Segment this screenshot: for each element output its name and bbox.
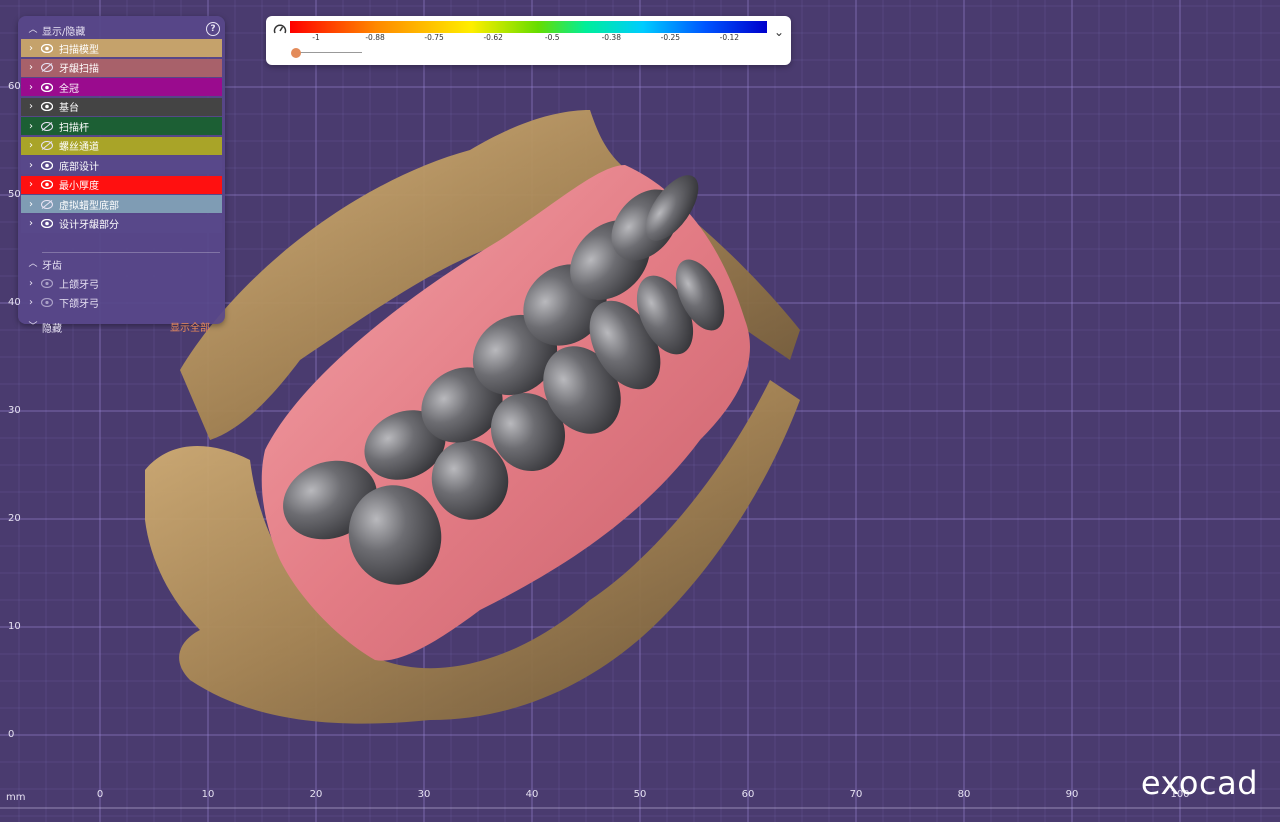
chevron-right-icon[interactable]: › (24, 278, 38, 289)
layer-row[interactable]: › 螺丝通道 (21, 136, 222, 155)
color-scale-bar (290, 21, 767, 33)
eye-icon[interactable] (40, 217, 54, 231)
layer-row[interactable]: › 扫描模型 (21, 39, 222, 57)
scene-panel: ︿ 显示/隐藏 ? › 扫描模型 › 牙龈扫描 › 全冠 › 基台 › 扫描杆 › 螺丝通道 › 底部设计… (18, 16, 225, 335)
chevron-right-icon[interactable]: › (24, 62, 38, 73)
eye-icon[interactable] (40, 277, 54, 291)
layer-label: 基台 (59, 103, 79, 114)
y-axis-tick: 40 (8, 297, 21, 308)
layer-row[interactable]: › 最小厚度 (21, 175, 222, 194)
legend-tick-label: -0.25 (660, 33, 681, 42)
legend-tick-label: -0.38 (601, 33, 621, 42)
layer-list: › 扫描模型 › 牙龈扫描 › 全冠 › 基台 › 扫描杆 › 螺丝通道 › 底部设计 › 最小厚度 › 虚拟蜡型… (21, 39, 222, 234)
eye-icon[interactable] (40, 100, 54, 114)
eye-icon[interactable] (40, 80, 54, 94)
chevron-down-icon[interactable]: ﹀ (26, 320, 40, 334)
layer-row[interactable]: › 底部设计 (21, 156, 222, 174)
exocad-logo: exocad (1140, 764, 1258, 802)
layer-label: 最小厚度 (59, 181, 99, 192)
help-circle-icon[interactable]: ? (206, 22, 220, 36)
eye-off-icon[interactable] (40, 61, 54, 75)
y-axis-tick: 20 (8, 513, 21, 524)
layer-label: 虚拟蜡型底部 (59, 200, 119, 212)
teeth-item[interactable]: › 下颌牙弓 (21, 293, 222, 312)
threshold-slider-track[interactable] (296, 52, 362, 53)
teeth-section-header[interactable]: ︿ 牙齿 (18, 255, 225, 273)
show-all-button[interactable]: 显示全部 (170, 319, 210, 334)
layer-row[interactable]: › 牙龈扫描 (21, 58, 222, 77)
x-axis-tick: 60 (741, 789, 755, 800)
y-axis-tick: 60 (8, 81, 21, 92)
x-axis-tick: 0 (96, 789, 104, 800)
legend-tick-label: -0.88 (365, 33, 385, 42)
layer-row[interactable]: › 扫描杆 (21, 117, 222, 135)
hidden-section-header[interactable]: ﹀ 隐藏 显示全部 (18, 318, 225, 336)
teeth-item-label: 下颌牙弓 (59, 299, 99, 310)
teeth-section-title: 牙齿 (42, 260, 62, 272)
layer-row[interactable]: › 设计牙龈部分 (21, 214, 222, 233)
x-axis-tick: 40 (525, 789, 539, 800)
chevron-right-icon[interactable]: › (24, 82, 38, 93)
layer-label: 牙龈扫描 (59, 64, 99, 75)
y-axis-tick: 10 (8, 621, 21, 632)
layer-row[interactable]: › 虚拟蜡型底部 (21, 195, 222, 213)
layer-row[interactable]: › 全冠 (21, 78, 222, 96)
legend-tick-label: -0.62 (483, 33, 503, 42)
eye-icon[interactable] (40, 41, 54, 55)
x-axis-tick: 30 (417, 789, 431, 800)
chevron-right-icon[interactable]: › (24, 297, 38, 308)
teeth-list: › 上颌牙弓 › 下颌牙弓 (21, 274, 222, 312)
layer-label: 扫描杆 (59, 122, 89, 134)
chevron-right-icon[interactable]: › (24, 199, 38, 210)
chevron-right-icon[interactable]: › (24, 218, 38, 229)
teeth-item-label: 上颌牙弓 (59, 280, 99, 291)
panel-title: 显示/隐藏 (42, 26, 86, 38)
eye-off-icon[interactable] (40, 119, 54, 133)
chevron-right-icon[interactable]: › (24, 43, 38, 54)
legend-tick-label: -0.5 (544, 33, 560, 42)
chevron-right-icon[interactable]: › (24, 101, 38, 112)
chevron-down-icon[interactable]: ⌄ (774, 25, 784, 39)
threshold-slider-handle[interactable] (291, 48, 301, 58)
chevron-right-icon[interactable]: › (24, 121, 38, 132)
chevron-right-icon[interactable]: › (24, 160, 38, 171)
legend-tick-label: -1 (312, 33, 320, 42)
unit-label: mm (6, 792, 26, 803)
chevron-right-icon[interactable]: › (24, 179, 38, 190)
x-axis-tick: 50 (633, 789, 647, 800)
chevron-right-icon[interactable]: › (24, 140, 38, 151)
teeth-item[interactable]: › 上颌牙弓 (21, 274, 222, 293)
distance-color-legend: ⌄ -1 -0.88 -0.75 -0.62 -0.5 -0.38 -0.25 -0.12 (266, 16, 791, 65)
panel-header[interactable]: ︿ 显示/隐藏 ? (18, 20, 225, 40)
layer-label: 设计牙龈部分 (59, 220, 119, 231)
y-axis-tick: 30 (8, 405, 21, 416)
x-axis-tick: 70 (849, 789, 863, 800)
hidden-section-title: 隐藏 (42, 323, 62, 335)
y-axis-tick: 0 (8, 729, 15, 740)
eye-icon[interactable] (40, 296, 54, 310)
x-axis-tick: 20 (309, 789, 323, 800)
y-axis-tick: 50 (8, 189, 21, 200)
x-axis-tick: 90 (1065, 789, 1079, 800)
layer-label: 螺丝通道 (59, 142, 99, 153)
layer-label: 底部设计 (59, 161, 99, 173)
gauge-icon[interactable] (273, 23, 287, 37)
chevron-up-icon[interactable]: ︿ (26, 23, 40, 37)
legend-tick-label: -0.75 (424, 33, 444, 42)
chevron-up-icon[interactable]: ︿ (26, 257, 40, 271)
layer-label: 全冠 (59, 83, 79, 95)
layer-row[interactable]: › 基台 (21, 97, 222, 116)
eye-icon[interactable] (40, 178, 54, 192)
x-axis-tick: 80 (957, 789, 971, 800)
eye-icon[interactable] (40, 158, 54, 172)
legend-tick-label: -0.12 (719, 33, 740, 42)
layer-label: 扫描模型 (59, 44, 99, 56)
eye-off-icon[interactable] (40, 139, 54, 153)
divider (42, 252, 220, 253)
x-axis-tick: 10 (201, 789, 215, 800)
eye-off-icon[interactable] (40, 197, 54, 211)
